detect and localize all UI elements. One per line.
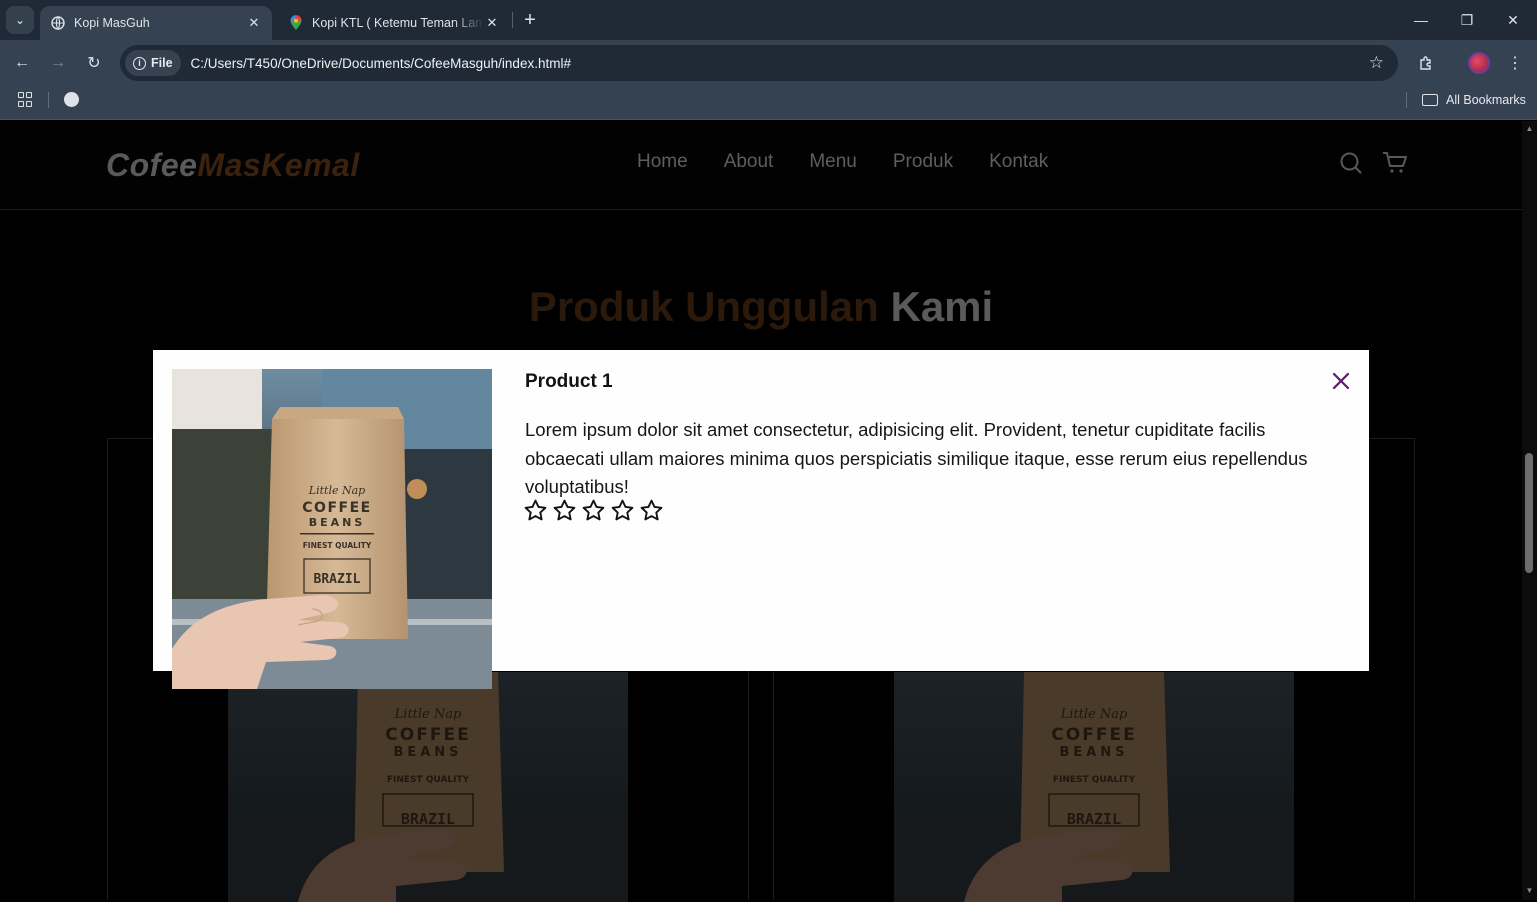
section-title: Produk Unggulan Kami — [0, 283, 1522, 331]
star-icon[interactable] — [523, 498, 548, 523]
logo-part-2: MasKemal — [197, 147, 360, 183]
info-icon: i — [133, 56, 146, 70]
bag-line1-text: COFFEE — [1051, 725, 1136, 745]
all-bookmarks-button[interactable]: All Bookmarks — [1422, 90, 1526, 110]
nav-link-kontak[interactable]: Kontak — [989, 151, 1048, 173]
browser-toolbar: ← → ↻ i File C:/Users/T450/OneDrive/Docu… — [0, 40, 1537, 86]
url-text[interactable]: C:/Users/T450/OneDrive/Documents/CofeeMa… — [191, 56, 571, 71]
scrollbar-thumb[interactable] — [1525, 453, 1533, 573]
nav-link-about[interactable]: About — [724, 151, 774, 173]
search-icon[interactable] — [1339, 151, 1363, 180]
bag-line1-text: COFFEE — [385, 725, 470, 745]
section-title-rest: Kami — [890, 283, 994, 330]
nav-link-menu[interactable]: Menu — [809, 151, 857, 173]
logo-part-1: Cofee — [106, 147, 198, 183]
nav-link-home[interactable]: Home — [637, 151, 688, 173]
site-info-chip[interactable]: i File — [125, 50, 181, 76]
bag-line2-text: BEANS — [309, 516, 366, 529]
close-window-icon[interactable]: ✕ — [1490, 0, 1536, 40]
bookmark-divider — [1406, 92, 1407, 108]
close-tab-icon[interactable]: ✕ — [246, 15, 262, 31]
profile-avatar[interactable] — [1468, 52, 1490, 74]
site-navbar: CofeeMasKemal Home About Menu Produk Kon… — [0, 121, 1522, 210]
rating-stars[interactable] — [523, 498, 664, 523]
folder-icon — [1422, 94, 1438, 106]
nav-link-produk[interactable]: Produk — [893, 151, 953, 173]
tab-search-button[interactable]: ⌄ — [6, 6, 34, 34]
back-arrow-icon[interactable]: ← — [8, 49, 36, 77]
shopping-cart-icon[interactable] — [1382, 151, 1408, 180]
bag-line2-text: BEANS — [393, 745, 462, 760]
tab-strip: ⌄ Kopi MasGuh ✕ Kopi KTL ( Ketemu Teman … — [0, 0, 1537, 40]
globe-bookmark-icon[interactable] — [64, 92, 79, 107]
bag-brand-text: Little Nap — [394, 707, 462, 722]
bookmark-divider — [48, 92, 49, 108]
bag-brand-text: Little Nap — [1060, 707, 1128, 722]
bag-origin-text: BRAZIL — [1067, 810, 1121, 828]
maps-pin-icon — [288, 15, 304, 31]
bag-origin-text: BRAZIL — [401, 810, 455, 828]
modal-description: Lorem ipsum dolor sit amet consectetur, … — [525, 419, 1308, 497]
file-label: File — [151, 56, 173, 70]
bag-quality-text: FINEST QUALITY — [387, 775, 470, 785]
tab-kopi-ktl[interactable]: Kopi KTL ( Ketemu Teman Lama ) ✕ — [278, 6, 510, 40]
bookmark-star-icon[interactable]: ☆ — [1369, 53, 1384, 73]
close-tab-icon[interactable]: ✕ — [484, 15, 500, 31]
close-icon[interactable] — [1329, 369, 1353, 393]
bag-line2-text: BEANS — [1059, 745, 1128, 760]
extensions-puzzle-icon[interactable] — [1412, 49, 1440, 77]
tab-kopi-masguh[interactable]: Kopi MasGuh ✕ — [40, 6, 272, 40]
product-card-image[interactable]: Little Nap COFFEE BEANS FINEST QUALITY B… — [228, 672, 628, 902]
modal-title: Product 1 — [525, 371, 613, 392]
star-icon[interactable] — [552, 498, 577, 523]
bag-line1-text: COFFEE — [302, 500, 371, 516]
new-tab-plus-icon[interactable]: + — [518, 8, 542, 32]
tab-title: Kopi KTL ( Ketemu Teman Lama ) — [312, 16, 484, 30]
site-menu: Home About Menu Produk Kontak — [637, 151, 1048, 173]
tab-divider — [512, 12, 513, 28]
restore-icon[interactable]: ❐ — [1444, 0, 1490, 40]
minimize-icon[interactable]: — — [1398, 0, 1444, 40]
forward-arrow-icon[interactable]: → — [44, 49, 72, 77]
section-title-highlight: Produk Unggulan — [528, 283, 879, 330]
bag-origin-text: BRAZIL — [314, 572, 361, 587]
reload-icon[interactable]: ↻ — [80, 49, 108, 77]
globe-icon — [50, 15, 66, 31]
scroll-down-arrow-icon[interactable]: ▼ — [1524, 886, 1535, 896]
star-icon[interactable] — [639, 498, 664, 523]
bag-brand-text: Little Nap — [308, 484, 365, 497]
bookmarks-bar — [0, 86, 1537, 120]
bag-quality-text: FINEST QUALITY — [303, 541, 372, 550]
bag-quality-text: FINEST QUALITY — [1053, 775, 1136, 785]
tab-title: Kopi MasGuh — [74, 16, 150, 30]
apps-grid-icon[interactable] — [18, 92, 34, 108]
all-bookmarks-label: All Bookmarks — [1446, 93, 1526, 107]
menu-kebab-icon[interactable]: ⋮ — [1501, 49, 1529, 77]
star-icon[interactable] — [581, 498, 606, 523]
site-logo[interactable]: CofeeMasKemal — [106, 147, 360, 184]
product-card-image[interactable]: Little Nap COFFEE BEANS FINEST QUALITY B… — [894, 672, 1294, 902]
modal-product-image: Little Nap COFFEE BEANS FINEST QUALITY B… — [172, 369, 492, 689]
scroll-up-arrow-icon[interactable]: ▲ — [1524, 124, 1535, 134]
address-bar[interactable]: i File C:/Users/T450/OneDrive/Documents/… — [120, 45, 1398, 81]
star-icon[interactable] — [610, 498, 635, 523]
